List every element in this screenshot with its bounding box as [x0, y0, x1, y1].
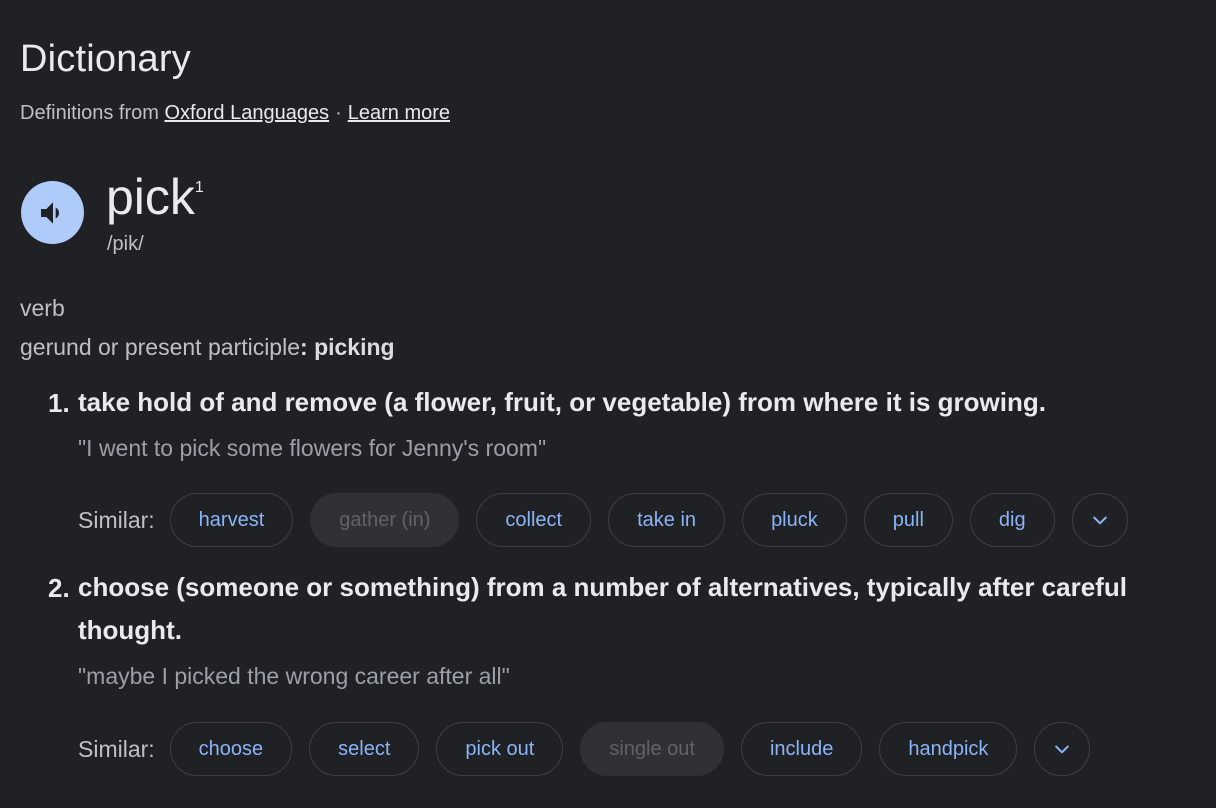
similar-label: Similar:: [78, 506, 155, 533]
expand-similar-button[interactable]: [1071, 493, 1128, 547]
sense-definition: take hold of and remove (a flower, fruit…: [78, 387, 1046, 417]
learn-more-link[interactable]: Learn more: [348, 102, 450, 124]
source-prefix: Definitions from: [20, 102, 159, 124]
similar-chip-include[interactable]: include: [740, 722, 863, 776]
sense-number: 1.: [48, 388, 70, 418]
similar-row: Similar: choose select pick out single o…: [78, 721, 1091, 777]
similar-chip-choose[interactable]: choose: [169, 722, 293, 776]
headword-superscript: 1: [194, 179, 204, 197]
inflection-colon: :: [300, 334, 308, 360]
headword-text: pick: [106, 169, 195, 225]
similar-chip-single-out: single out: [580, 722, 724, 776]
source-line: Definitions from Oxford Languages · Learn …: [20, 102, 450, 125]
similar-chip-gather-in: gather (in): [310, 493, 460, 547]
inflection: gerund or present participle: picking: [20, 334, 395, 361]
expand-similar-button[interactable]: [1034, 722, 1091, 776]
sense-example: "maybe I picked the wrong career after a…: [78, 663, 510, 689]
separator-dot: ·: [335, 102, 342, 124]
page-title: Dictionary: [20, 38, 191, 80]
headword: pick1: [106, 168, 204, 226]
part-of-speech: verb: [20, 295, 65, 321]
chevron-down-icon: [1055, 745, 1070, 754]
similar-chip-select[interactable]: select: [309, 722, 420, 776]
similar-chip-handpick[interactable]: handpick: [879, 722, 1018, 776]
sense-definition: choose (someone or something) from a num…: [78, 572, 1127, 645]
pronunciation-button[interactable]: [21, 181, 84, 244]
similar-chip-harvest[interactable]: harvest: [169, 493, 294, 547]
speaker-icon: [40, 201, 59, 224]
similar-chip-take-in[interactable]: take in: [608, 493, 726, 547]
inflection-label: gerund or present participle: [20, 334, 300, 360]
similar-label: Similar:: [78, 735, 155, 762]
similar-chip-dig[interactable]: dig: [969, 493, 1055, 547]
similar-chip-pull[interactable]: pull: [863, 493, 953, 547]
phonetic: /pik/: [107, 233, 144, 255]
similar-chip-pluck[interactable]: pluck: [742, 493, 847, 547]
sense-number: 2.: [48, 573, 70, 603]
similar-chip-pick-out[interactable]: pick out: [436, 722, 564, 776]
similar-row: Similar: harvest gather (in) collect tak…: [78, 492, 1128, 548]
similar-chip-collect[interactable]: collect: [476, 493, 592, 547]
chevron-down-icon: [1092, 516, 1107, 525]
inflection-value: picking: [314, 334, 395, 360]
oxford-languages-link[interactable]: Oxford Languages: [165, 102, 330, 124]
sense-example: "I went to pick some flowers for Jenny's…: [78, 435, 547, 461]
